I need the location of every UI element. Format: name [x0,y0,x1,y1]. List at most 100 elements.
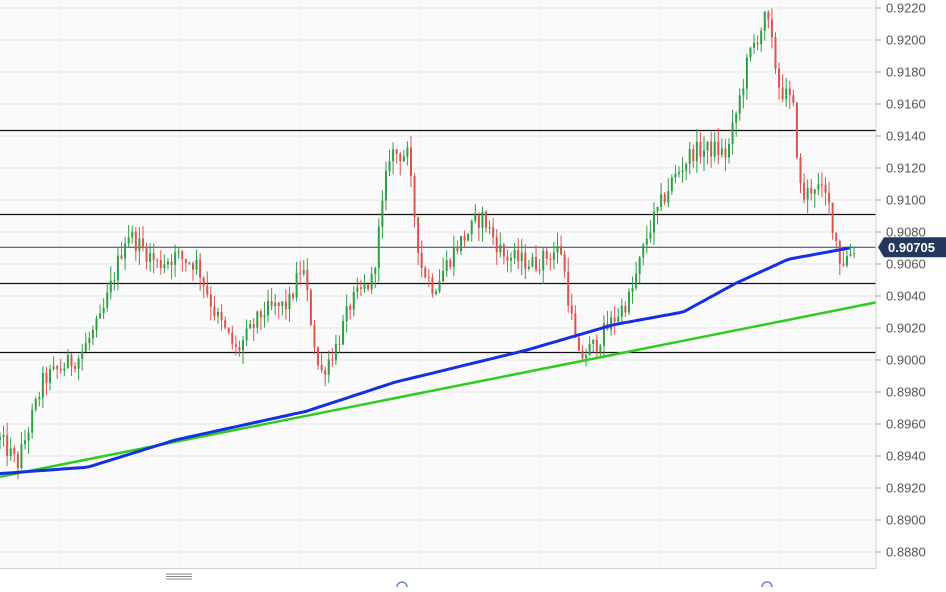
candle-body [431,277,434,294]
candle-body [799,157,802,183]
y-tick-label: 0.9120 [886,161,926,176]
candle-body [352,292,355,310]
candle-body [545,250,548,259]
candle-body [52,366,55,370]
candle-body [306,270,309,291]
candle-body [631,288,634,292]
candle-body [188,262,191,264]
candle-body [191,263,194,270]
candle-body [813,189,816,194]
candle-body [753,42,756,48]
candle-body [649,232,652,239]
candle-body [299,273,302,275]
candle-body [334,343,337,361]
candle-body [481,211,484,228]
candle-body [645,238,648,245]
candle-body [20,444,23,468]
candle-body [703,150,706,158]
candle-body [313,324,316,348]
candle-body [49,369,52,383]
y-tick-label: 0.9060 [886,257,926,272]
candle-body [131,231,134,238]
candle-body [281,301,284,306]
candle-body [770,19,773,38]
y-tick-label: 0.9200 [886,33,926,48]
candle-body [195,259,198,270]
candle-body [424,267,427,278]
candle-body [742,88,745,96]
candle-body [124,243,127,259]
candle-body [406,147,409,157]
candle-body [803,182,806,200]
scroll-track [0,569,876,587]
candle-body [778,68,781,88]
candle-body [399,153,402,162]
candle-body [763,11,766,31]
candle-body [499,244,502,253]
y-tick-label: 0.9160 [886,97,926,112]
candle-body [249,323,252,329]
chart-container: 0.9220 0.9200 0.9180 0.9160 0.9140 0.9120 0.91… [0,0,946,592]
candle-body [95,318,98,331]
candle-body [145,246,148,262]
candle-body [492,227,495,238]
candle-body [227,327,230,333]
candle-body [828,192,831,203]
candle-body [374,268,377,274]
candle-body [456,247,459,252]
price-chart: 0.9220 0.9200 0.9180 0.9160 0.9140 0.9120 0.91… [0,0,946,592]
candle-body [531,256,534,267]
current-price-tag[interactable]: 0.90705 [878,237,946,258]
candle-body [417,217,420,253]
candle-body [470,220,473,235]
candle-body [41,373,44,398]
candle-body [488,227,491,229]
candle-body [427,277,430,279]
candle-body [202,277,205,286]
candle-body [756,42,759,45]
candle-body [670,177,673,191]
y-tick-label: 0.8900 [886,513,926,528]
candle-body [70,355,73,367]
candle-body [638,257,641,274]
candle-body [474,215,477,221]
candle-body [327,359,330,375]
candle-body [420,252,423,268]
candle-body [66,355,69,369]
candle-body [699,141,702,158]
candle-body [477,215,480,228]
candle-body [588,343,591,356]
candle-body [88,338,91,343]
candle-body [170,261,173,265]
candle-body [845,256,848,266]
y-tick-label: 0.9040 [886,289,926,304]
candle-body [467,234,470,241]
candle-body [595,339,598,352]
candle-body [656,206,659,212]
candle-body [688,149,691,164]
candle-body [409,147,412,176]
candle-body [735,113,738,123]
candle-body [77,358,80,369]
candle-body [552,252,555,260]
candle-body [635,273,638,289]
candle-body [324,370,327,375]
candle-body [302,270,305,274]
candle-body [613,317,616,322]
candle-body [767,11,770,20]
candle-body [113,280,116,282]
candle-body [685,163,688,171]
candle-body [520,252,523,262]
y-tick-label: 0.9220 [886,1,926,16]
candle-body [592,339,595,344]
bottom-scroll-area[interactable] [0,568,876,592]
candle-body [810,188,813,194]
candle-body [824,184,827,193]
candle-body [817,184,820,190]
candle-body [284,301,287,310]
candle-body [781,87,784,100]
candle-body [402,156,405,162]
candle-body [320,365,323,371]
candle-body [63,368,66,371]
candle-body [724,148,727,158]
